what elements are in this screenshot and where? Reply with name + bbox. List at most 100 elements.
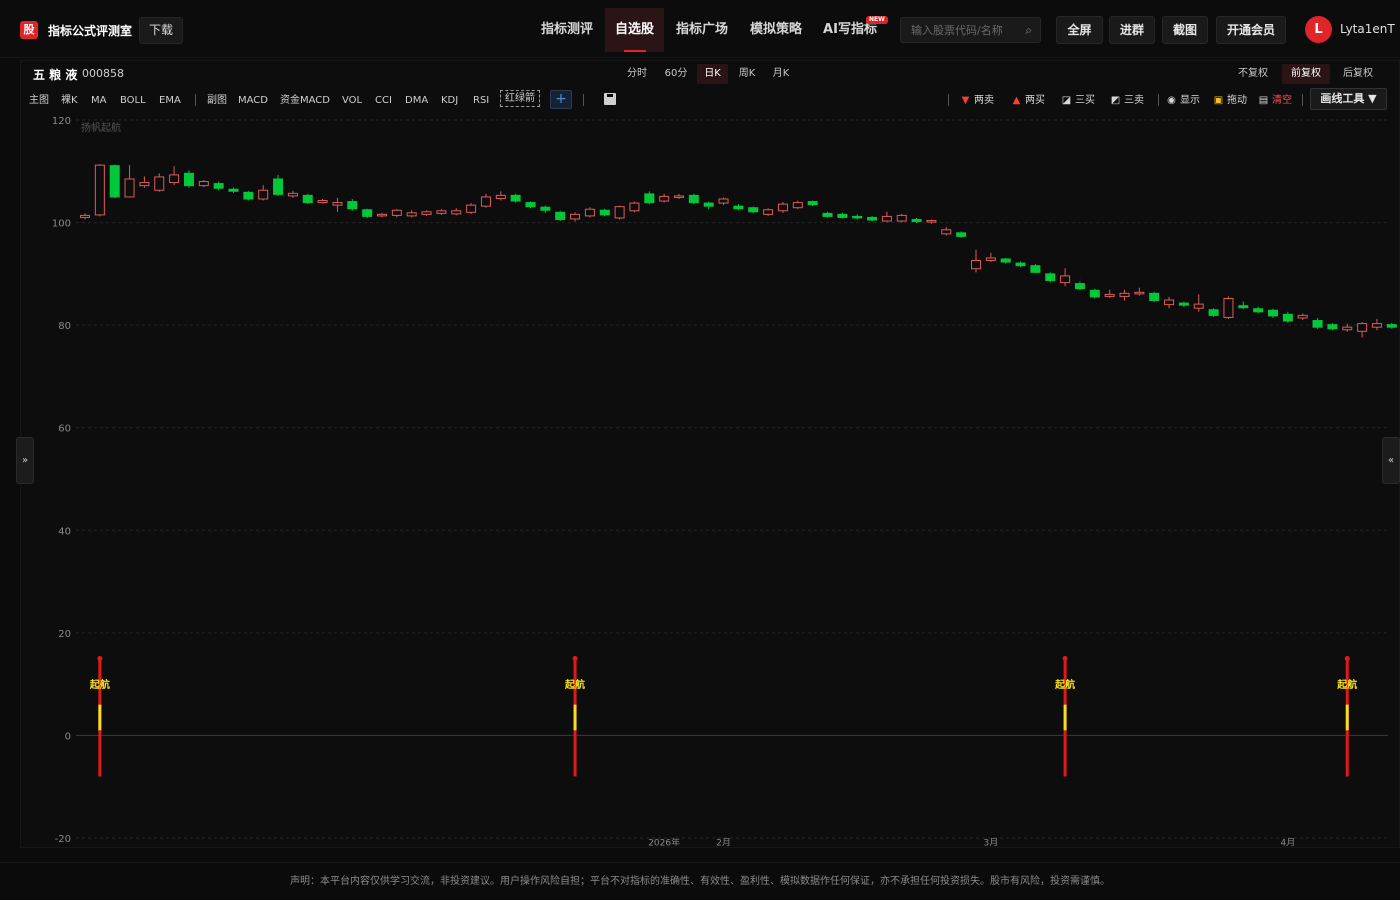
candle-body xyxy=(941,229,952,235)
candle-body xyxy=(273,178,284,195)
candle-body xyxy=(1149,292,1160,302)
candlestick-chart[interactable]: 120 100 80 60 40 20 0 -20 扬帆起航起航 起航 起航 起航 2026年 2月 3月 4… xyxy=(22,110,1398,846)
main-chart-label: 主图 xyxy=(29,95,49,106)
candle-body xyxy=(540,206,551,211)
indicator-red-green-arrow[interactable]: 红绿箭 xyxy=(500,90,540,107)
signal-label: 起航 xyxy=(1054,678,1075,691)
period-monthly[interactable]: 月K xyxy=(768,64,794,84)
candle-body xyxy=(718,198,729,204)
search-icon[interactable]: ⌕ xyxy=(1025,23,1032,38)
candle-body xyxy=(1371,323,1382,328)
candle-body xyxy=(748,207,759,213)
period-daily[interactable]: 日K xyxy=(697,64,728,84)
stock-search-input[interactable] xyxy=(901,18,1019,42)
candle-body xyxy=(852,215,863,219)
candle-body xyxy=(956,232,967,237)
candle-body xyxy=(867,216,878,221)
candle-body xyxy=(1312,320,1323,328)
candle-body xyxy=(644,193,655,204)
indicator-boll[interactable]: BOLL xyxy=(120,94,146,108)
candle-body xyxy=(213,183,224,189)
candle-body xyxy=(436,210,447,214)
candle-body xyxy=(154,176,165,191)
adjust-backward[interactable]: 后复权 xyxy=(1338,64,1378,84)
candle-body xyxy=(302,194,313,204)
period-weekly[interactable]: 周K xyxy=(734,64,760,84)
indicator-rsi[interactable]: RSI xyxy=(473,94,489,108)
candle-body xyxy=(258,189,269,200)
candle-body xyxy=(584,208,595,217)
candle-body xyxy=(109,165,120,198)
nav-watchlist[interactable]: 自选股 xyxy=(605,8,664,52)
candle-body xyxy=(777,203,788,212)
candle-body xyxy=(911,218,922,223)
tool-three-sell-label: 三卖 xyxy=(1124,95,1144,106)
candle-body xyxy=(1357,323,1368,332)
signal-dot xyxy=(97,656,103,661)
signal-dot xyxy=(1344,656,1350,661)
candle-body xyxy=(674,195,684,198)
indicator-cci[interactable]: CCI xyxy=(375,94,392,108)
tool-two-sell[interactable]: ▼ 两卖 xyxy=(960,94,994,108)
y-tick-label: 60 xyxy=(58,424,71,435)
indicator-ema[interactable]: EMA xyxy=(159,94,181,108)
nav-simulated-strategy[interactable]: 模拟策略 xyxy=(743,8,809,52)
avatar[interactable]: L xyxy=(1305,16,1332,43)
download-button[interactable]: 下载 xyxy=(139,17,183,44)
nav-ai-write-indicator[interactable]: AI写指标 xyxy=(818,8,882,52)
tool-show[interactable]: ◉ 显示 xyxy=(1166,94,1200,108)
candle-body xyxy=(703,202,714,207)
indicator-ma[interactable]: MA xyxy=(91,94,106,108)
tool-three-buy[interactable]: ◪ 三买 xyxy=(1061,94,1095,108)
toolbar-divider xyxy=(948,94,949,106)
trend-up-icon: ◪ xyxy=(1061,95,1072,106)
x-tick-label: 2月 xyxy=(716,838,731,847)
candle-body xyxy=(510,194,521,202)
draw-tools-dropdown[interactable]: 画线工具 ▼ xyxy=(1310,88,1387,110)
candle-body xyxy=(1253,308,1264,313)
adjust-forward[interactable]: 前复权 xyxy=(1282,64,1330,84)
indicator-macd[interactable]: MACD xyxy=(238,94,268,108)
down-triangle-icon: ▼ xyxy=(961,95,970,106)
adjust-none[interactable]: 不复权 xyxy=(1233,64,1273,84)
app-title: 指标公式评测室 xyxy=(48,24,133,38)
screenshot-button[interactable]: 截图 xyxy=(1162,16,1208,44)
indicator-fund-macd[interactable]: 资金MACD xyxy=(280,94,330,108)
candle-body xyxy=(1045,273,1056,282)
vip-button[interactable]: 开通会员 xyxy=(1216,16,1286,44)
signal-label: 起航 xyxy=(89,678,110,691)
toolbar-divider xyxy=(583,94,584,106)
new-badge: NEW xyxy=(866,16,888,24)
candle-body xyxy=(347,201,358,210)
indicator-kdj[interactable]: KDJ xyxy=(441,94,458,108)
candle-body xyxy=(1297,314,1308,319)
username[interactable]: Lyta1enT xyxy=(1340,22,1395,36)
indicator-naked-k[interactable]: 裸K xyxy=(61,94,78,108)
eye-icon: ◉ xyxy=(1167,95,1176,106)
candle-body xyxy=(1193,303,1204,309)
candle-body xyxy=(94,164,105,216)
tool-drag[interactable]: ▣ 拖动 xyxy=(1213,94,1247,108)
y-tick-label: 20 xyxy=(58,629,71,640)
candle-body xyxy=(1386,324,1397,328)
tool-two-buy-label: 两买 xyxy=(1025,95,1045,106)
candle-body xyxy=(971,260,981,270)
save-icon[interactable] xyxy=(604,93,616,105)
period-intraday[interactable]: 分时 xyxy=(624,64,650,84)
fullscreen-button[interactable]: 全屏 xyxy=(1056,16,1103,44)
add-indicator-button[interactable]: + xyxy=(550,90,572,109)
tool-clear[interactable]: ▤ 清空 xyxy=(1258,94,1292,108)
join-group-button[interactable]: 进群 xyxy=(1109,16,1155,44)
tool-three-sell[interactable]: ◩ 三卖 xyxy=(1110,94,1144,108)
candle-body xyxy=(659,195,670,202)
candle-body xyxy=(495,194,506,199)
candle-body xyxy=(466,204,477,213)
tool-two-buy[interactable]: ▲ 两买 xyxy=(1011,94,1045,108)
sub-chart-label: 副图 xyxy=(207,95,227,106)
nav-indicator-square[interactable]: 指标广场 xyxy=(669,8,735,52)
period-60min[interactable]: 60分 xyxy=(660,64,692,84)
candle-body xyxy=(1104,293,1115,297)
nav-indicator-review[interactable]: 指标测评 xyxy=(534,8,600,52)
indicator-vol[interactable]: VOL xyxy=(342,94,362,108)
indicator-dma[interactable]: DMA xyxy=(405,94,428,108)
